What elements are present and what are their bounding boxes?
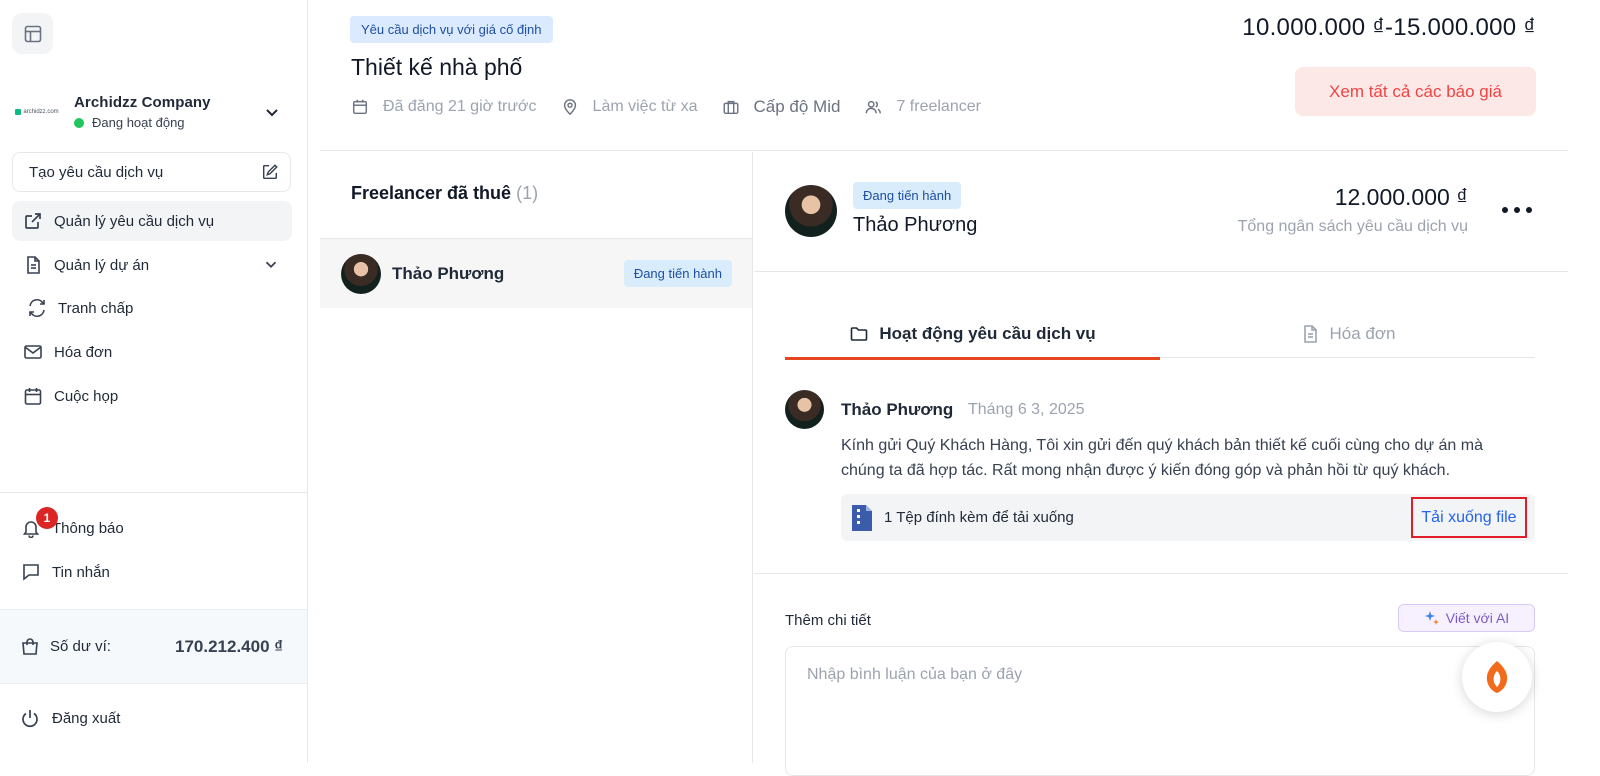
dot-icon (1526, 207, 1532, 213)
calendar-icon (352, 99, 368, 115)
hired-title: Freelancer đã thuê (1) (351, 183, 539, 203)
notification-count-badge: 1 (36, 507, 58, 529)
sidebar-item-label: Tin nhắn (52, 563, 110, 581)
activity-author: Thảo Phương (841, 400, 954, 419)
experience-level: Cấp độ Mid (722, 97, 840, 117)
price-range: 10.000.000 ₫-15.000.000 ₫ (1242, 14, 1536, 41)
mascot-icon (1486, 661, 1508, 693)
posted-time: Đã đăng 21 giờ trước (351, 98, 537, 116)
work-location: Làm việc từ xa (561, 98, 698, 116)
sidebar-item-projects[interactable]: Quản lý dự án (12, 245, 292, 285)
sidebar-item-label: Quản lý yêu cầu dịch vụ (54, 212, 215, 230)
sidebar-item-meetings[interactable]: Cuộc họp (12, 376, 292, 416)
attachment-label: 1 Tệp đính kèm để tải xuống (884, 509, 1074, 526)
sidebar: archidzz.com Archidzz Company Đang hoạt … (0, 0, 308, 763)
freelancer-name: Thảo Phương (392, 263, 505, 283)
bell-icon: 1 (20, 507, 58, 539)
document-icon (1303, 325, 1317, 343)
page-title: Thiết kế nhà phố (351, 54, 523, 80)
hired-count: (1) (516, 183, 539, 203)
create-request-label: Tạo yêu cầu dịch vụ (29, 163, 164, 181)
page-edge (1568, 0, 1600, 763)
job-header: Yêu cầu dịch vụ với giá cố định Thiết kế… (320, 0, 1568, 151)
hired-freelancer-row[interactable]: Thảo Phương Đang tiến hành (320, 238, 752, 308)
view-all-quotes-button[interactable]: Xem tất cả các báo giá (1295, 67, 1536, 116)
company-status: Đang hoạt động (74, 115, 262, 130)
job-meta: Đã đăng 21 giờ trước Làm việc từ xa Cấp … (351, 97, 1005, 117)
write-with-ai-button[interactable]: Viết với AI (1398, 604, 1535, 632)
attachment-box: 1 Tệp đính kèm để tải xuống Tải xuống fi… (841, 494, 1535, 541)
budget-label: Tổng ngân sách yêu cầu dịch vụ (1237, 218, 1468, 235)
chat-icon (20, 561, 42, 583)
sidebar-item-service-requests[interactable]: Quản lý yêu cầu dịch vụ (12, 201, 292, 241)
company-switcher[interactable]: archidzz.com Archidzz Company Đang hoạt … (14, 88, 296, 136)
company-name: Archidzz Company (74, 94, 211, 111)
mail-icon (22, 341, 44, 363)
freelancer-count: 7 freelancer (864, 98, 981, 116)
detail-header: Đang tiến hành Thảo Phương 12.000.000 ₫ … (754, 152, 1568, 272)
more-options-button[interactable] (1502, 202, 1532, 218)
status-dot-icon (74, 117, 84, 128)
location-pin-icon (563, 99, 576, 116)
layout-toggle-button[interactable] (12, 13, 53, 54)
create-request-button[interactable]: Tạo yêu cầu dịch vụ (12, 152, 291, 192)
activity-entry: Thảo Phương Tháng 6 3, 2025 Kính gửi Quý… (754, 374, 1568, 574)
users-icon (865, 100, 882, 114)
zip-file-icon (852, 504, 872, 531)
freelancer-name: Thảo Phương (853, 214, 978, 236)
document-icon (22, 254, 44, 276)
tab-activity[interactable]: Hoạt động yêu cầu dịch vụ (785, 310, 1160, 360)
detail-tabs: Hoạt động yêu cầu dịch vụ Hóa đơn (785, 310, 1535, 360)
logout-button[interactable]: Đăng xuất (20, 708, 120, 728)
logout-label: Đăng xuất (52, 709, 121, 727)
sidebar-item-label: Thông báo (52, 519, 124, 537)
wallet-balance: Số dư ví: 170.212.400 ₫ (0, 609, 307, 684)
folder-icon (851, 327, 868, 341)
chevron-down-icon (265, 261, 277, 268)
sparkle-icon (1424, 611, 1439, 625)
avatar (785, 185, 837, 237)
status-badge: Đang tiến hành (853, 182, 962, 209)
briefcase-icon (723, 100, 738, 115)
sidebar-item-label: Cuộc họp (54, 387, 119, 405)
status-badge: Đang tiến hành (623, 260, 732, 287)
company-logo: archidzz.com (14, 102, 60, 122)
freelancer-detail-panel: Đang tiến hành Thảo Phương 12.000.000 ₫ … (754, 152, 1568, 776)
sidebar-divider (0, 492, 307, 493)
sidebar-item-disputes[interactable]: Tranh chấp (12, 288, 292, 328)
wallet-value: 170.212.400 ₫ (175, 636, 283, 656)
support-chat-button[interactable] (1462, 642, 1532, 712)
calendar-icon (22, 385, 44, 407)
sidebar-item-messages[interactable]: Tin nhắn (10, 552, 290, 592)
comment-input[interactable]: Nhập bình luận của bạn ở đây (785, 646, 1535, 776)
layout-icon (24, 25, 41, 42)
activity-date: Tháng 6 3, 2025 (968, 401, 1085, 418)
shopping-bag-icon (22, 637, 38, 655)
sidebar-item-notifications[interactable]: 1 Thông báo (10, 507, 290, 548)
sidebar-item-invoices[interactable]: Hóa đơn (12, 332, 292, 372)
refresh-icon (26, 297, 48, 319)
budget-value: 12.000.000 ₫ (1334, 184, 1468, 210)
job-type-chip: Yêu cầu dịch vụ với giá cố định (350, 16, 553, 43)
dot-icon (1514, 207, 1520, 213)
add-details-label: Thêm chi tiết (785, 612, 871, 629)
activity-message: Kính gửi Quý Khách Hàng, Tôi xin gửi đến… (841, 437, 1483, 479)
sidebar-item-label: Hóa đơn (54, 343, 113, 361)
wallet-label: Số dư ví: (50, 638, 111, 655)
sidebar-item-label: Quản lý dự án (54, 256, 150, 274)
edit-icon (262, 164, 278, 180)
avatar (341, 253, 381, 294)
sidebar-item-label: Tranh chấp (58, 299, 134, 317)
external-link-icon (22, 210, 44, 232)
power-icon (20, 708, 40, 728)
hired-freelancers-panel: Freelancer đã thuê (1) Thảo Phương Đang … (320, 152, 753, 763)
chevron-down-icon[interactable] (262, 102, 282, 122)
tab-invoices[interactable]: Hóa đơn (1160, 310, 1535, 358)
dot-icon (1502, 207, 1508, 213)
download-file-link[interactable]: Tải xuống file (1411, 497, 1527, 538)
avatar (785, 390, 824, 429)
